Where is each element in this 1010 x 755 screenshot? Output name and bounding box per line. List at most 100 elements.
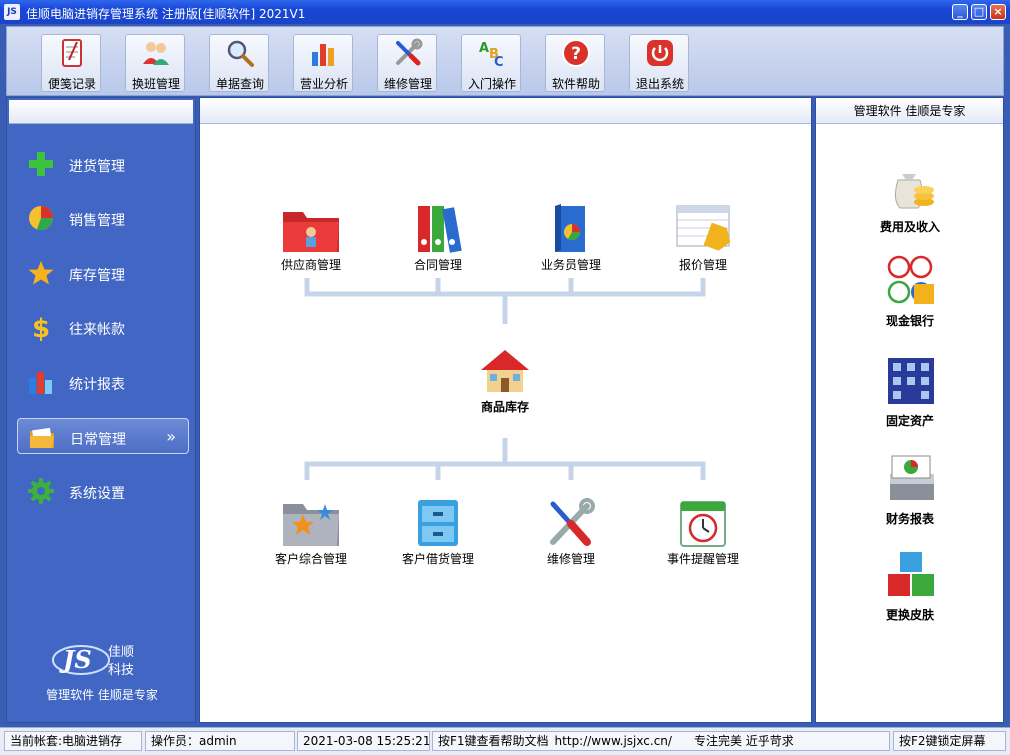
sidebar-item-label: 统计报表: [69, 377, 125, 393]
sidebar-item-reports[interactable]: 统计报表: [17, 364, 189, 400]
close-button[interactable]: ×: [990, 4, 1006, 20]
sidebar-item-daily[interactable]: 日常管理 »: [17, 418, 189, 454]
sidebar-item-label: 库存管理: [69, 268, 125, 284]
brand-slogan: 管理软件 佳顺是专家: [46, 688, 158, 702]
js-logo-icon: JS 佳顺 科技: [52, 645, 134, 678]
goods-stock[interactable]: 商品库存: [455, 346, 555, 426]
binders-icon: [418, 206, 462, 253]
users-icon: [143, 42, 169, 65]
status-help: 按F1键查看帮助文档 http://www.jsjxc.cn/专注完美 近乎苛求: [432, 731, 890, 751]
main-panel: 供应商管理 合同管理 业务员管理 报价管理 商品库存 客户综合管理 客户借货管理…: [199, 97, 812, 723]
bar-chart-icon: [312, 44, 334, 66]
gear-icon: [28, 478, 54, 504]
main-item-label: 商品库存: [480, 400, 529, 414]
toolbar-label: 单据查询: [215, 77, 264, 91]
sidebar-item-label: 往来帐款: [69, 322, 125, 338]
sidebar-item-accounts[interactable]: $ 往来帐款: [17, 309, 189, 345]
toolbar-getting-started-button[interactable]: A B C 入门操作: [461, 34, 521, 92]
dollar-icon: $: [32, 314, 50, 341]
status-url-link[interactable]: http://www.jsjxc.cn/: [555, 734, 672, 748]
right-panel-header: 管理软件 佳顺是专家: [816, 98, 1003, 124]
toolbar-label: 维修管理: [383, 77, 432, 91]
expense-income[interactable]: 费用及收入: [860, 160, 960, 240]
repair-management[interactable]: 维修管理: [521, 498, 621, 578]
status-operator: 操作员：admin: [145, 731, 295, 751]
right-item-label: 费用及收入: [879, 220, 940, 234]
tools-icon: [396, 38, 423, 66]
star-icon: [28, 261, 54, 285]
sidebar-item-inventory[interactable]: 库存管理: [17, 255, 189, 291]
plus-icon: [29, 152, 53, 176]
toolbar-notes-button[interactable]: 便笺记录: [41, 34, 101, 92]
supplier-folder-icon: [283, 212, 339, 252]
sidebar-item-label: 日常管理: [70, 432, 126, 448]
title-bar: JS 佳顺电脑进销存管理系统 注册版[佳顺软件] 2021V1 _ □ ×: [0, 0, 1010, 24]
svg-text:C: C: [494, 55, 504, 68]
cash-bank[interactable]: 现金银行: [860, 254, 960, 334]
svg-text:科技: 科技: [108, 663, 134, 678]
toolbar-label: 入门操作: [467, 77, 516, 91]
status-account: 当前帐套:电脑进销存: [4, 731, 142, 751]
magnifier-icon: [227, 40, 254, 67]
toolbar-shift-button[interactable]: 换班管理: [125, 34, 185, 92]
customer-folder-icon: [283, 504, 339, 546]
app-icon: JS: [4, 4, 20, 20]
folder-icon: [30, 427, 54, 448]
customer-management[interactable]: 客户综合管理: [261, 498, 361, 578]
main-item-label: 业务员管理: [540, 258, 601, 272]
maximize-button[interactable]: □: [971, 4, 987, 20]
salesman-management[interactable]: 业务员管理: [521, 204, 621, 284]
main-item-label: 供应商管理: [280, 258, 341, 272]
right-item-label: 现金银行: [885, 314, 934, 328]
sidebar-item-settings[interactable]: 系统设置: [17, 473, 189, 509]
main-item-label: 客户综合管理: [274, 552, 347, 566]
report-stack-icon: [890, 455, 934, 500]
customer-borrow-management[interactable]: 客户借货管理: [388, 498, 488, 578]
supplier-management[interactable]: 供应商管理: [261, 204, 361, 284]
bank-icon: [887, 255, 934, 304]
abc-icon: A B C: [479, 41, 504, 68]
bar-chart-icon: [29, 372, 52, 394]
status-lock-hint: 按F2键锁定屏幕: [893, 731, 1006, 751]
sidebar-item-purchase[interactable]: 进货管理: [17, 146, 189, 182]
quotation-management[interactable]: 报价管理: [653, 204, 753, 284]
status-datetime: 2021-03-08 15:25:21: [297, 731, 430, 751]
main-item-label: 维修管理: [546, 552, 595, 566]
house-icon: [481, 350, 529, 392]
left-panel-header: [9, 100, 193, 124]
svg-text:佳顺: 佳顺: [108, 645, 134, 660]
toolbar-label: 退出系统: [635, 77, 684, 91]
price-tag-icon: [676, 205, 731, 251]
toolbar-help-button[interactable]: ? 软件帮助: [545, 34, 605, 92]
toolbar-repair-button[interactable]: 维修管理: [377, 34, 437, 92]
main-item-label: 客户借货管理: [401, 552, 474, 566]
main-item-label: 报价管理: [678, 258, 727, 272]
sidebar-item-label: 销售管理: [69, 213, 125, 229]
fixed-assets[interactable]: 固定资产: [860, 354, 960, 434]
toolbar-query-button[interactable]: 单据查询: [209, 34, 269, 92]
contract-management[interactable]: 合同管理: [388, 204, 488, 284]
power-icon: [647, 40, 673, 66]
main-item-label: 合同管理: [413, 258, 462, 272]
sidebar-item-label: 系统设置: [69, 486, 125, 502]
status-motto: 专注完美 近乎苛求: [693, 734, 794, 748]
toolbar-label: 营业分析: [299, 77, 348, 91]
minimize-button[interactable]: _: [952, 4, 968, 20]
right-item-label: 财务报表: [885, 512, 934, 526]
sidebar-item-sales[interactable]: 销售管理: [17, 200, 189, 236]
financial-reports[interactable]: 财务报表: [860, 452, 960, 532]
notepad-icon: [62, 39, 82, 67]
pie-chart-icon: [29, 206, 53, 230]
toolbar-analysis-button[interactable]: 营业分析: [293, 34, 353, 92]
right-item-label: 更换皮肤: [885, 608, 934, 622]
toolbar-exit-button[interactable]: 退出系统: [629, 34, 689, 92]
cubes-icon: [888, 552, 934, 596]
change-skin[interactable]: 更换皮肤: [860, 548, 960, 628]
file-cabinet-icon: [418, 500, 458, 546]
svg-text:A: A: [479, 41, 489, 56]
chevron-right-icon: »: [166, 427, 176, 446]
event-reminder-management[interactable]: 事件提醒管理: [653, 498, 753, 578]
toolbar: 便笺记录 换班管理 单据查询 营业分析 维修管理 A B C 入门操作 ? 软件…: [6, 26, 1004, 96]
toolbar-label: 换班管理: [131, 77, 180, 91]
svg-text:$: $: [32, 314, 50, 341]
